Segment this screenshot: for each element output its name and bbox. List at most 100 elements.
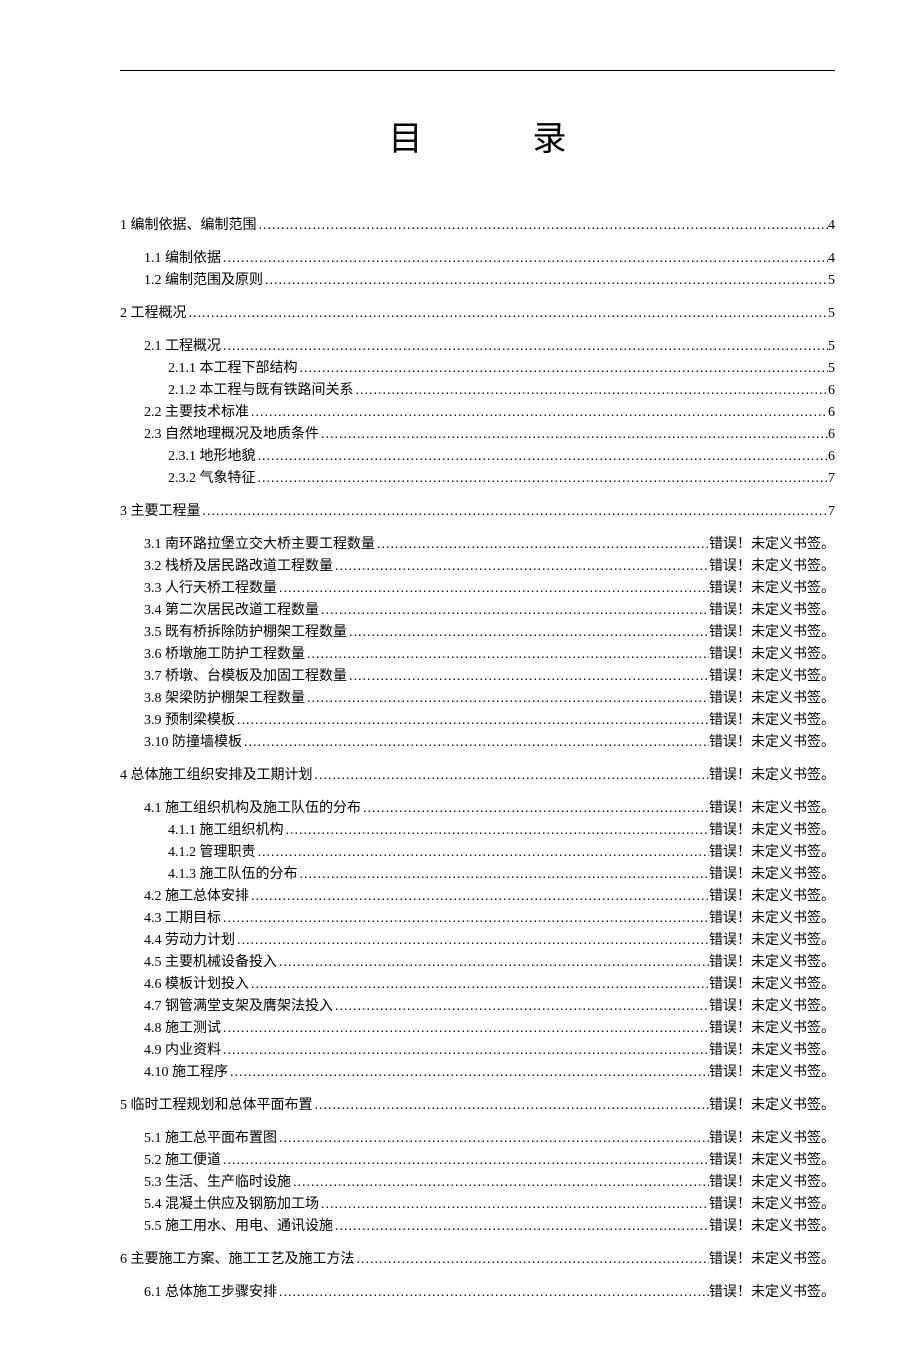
toc-leader-dots xyxy=(361,798,709,819)
toc-entry[interactable]: 4.5 主要机械设备投入 错误！未定义书签。 xyxy=(120,952,835,973)
toc-leader-dots xyxy=(235,930,709,951)
toc-entry-label: 2.3.2 气象特征 xyxy=(168,468,256,489)
toc-leader-dots xyxy=(333,556,709,577)
toc-entry-page: 错误！未定义书签。 xyxy=(709,578,835,599)
toc-entry-label: 6 主要施工方案、施工工艺及施工方法 xyxy=(120,1249,355,1270)
toc-entry-page: 错误！未定义书签。 xyxy=(709,644,835,665)
toc-entry[interactable]: 4 总体施工组织安排及工期计划 错误！未定义书签。 xyxy=(120,765,835,786)
toc-leader-dots xyxy=(298,358,829,379)
toc-leader-dots xyxy=(221,248,828,269)
toc-entry[interactable]: 2.3 自然地理概况及地质条件 6 xyxy=(120,424,835,445)
toc-leader-dots xyxy=(249,402,828,423)
toc-entry-page: 错误！未定义书签。 xyxy=(709,996,835,1017)
toc-entry-label: 3 主要工程量 xyxy=(120,501,201,522)
toc-leader-dots xyxy=(221,1040,709,1061)
toc-entry[interactable]: 2 工程概况 5 xyxy=(120,303,835,324)
toc-entry-page: 6 xyxy=(828,402,835,423)
toc-entry[interactable]: 6.1 总体施工步骤安排 错误！未定义书签。 xyxy=(120,1282,835,1303)
toc-entry[interactable]: 4.1 施工组织机构及施工队伍的分布 错误！未定义书签。 xyxy=(120,798,835,819)
toc-leader-dots xyxy=(277,578,709,599)
toc-entry-label: 5.4 混凝土供应及钢筋加工场 xyxy=(144,1194,319,1215)
toc-entry-label: 5 临时工程规划和总体平面布置 xyxy=(120,1095,313,1116)
toc-entry[interactable]: 1.2 编制范围及原则 5 xyxy=(120,270,835,291)
toc-entry[interactable]: 5.2 施工便道 错误！未定义书签。 xyxy=(120,1150,835,1171)
toc-entry[interactable]: 6 主要施工方案、施工工艺及施工方法 错误！未定义书签。 xyxy=(120,1249,835,1270)
toc-entry-label: 2.3.1 地形地貌 xyxy=(168,446,256,467)
toc-entry-page: 错误！未定义书签。 xyxy=(709,1150,835,1171)
toc-entry-page: 错误！未定义书签。 xyxy=(709,1062,835,1083)
toc-entry-label: 2.1.1 本工程下部结构 xyxy=(168,358,298,379)
toc-entry[interactable]: 3.3 人行天桥工程数量 错误！未定义书签。 xyxy=(120,578,835,599)
toc-leader-dots xyxy=(284,820,710,841)
section-gap xyxy=(120,1271,835,1281)
toc-entry[interactable]: 5.4 混凝土供应及钢筋加工场 错误！未定义书签。 xyxy=(120,1194,835,1215)
toc-entry[interactable]: 3.9 预制梁模板 错误！未定义书签。 xyxy=(120,710,835,731)
toc-entry[interactable]: 4.2 施工总体安排 错误！未定义书签。 xyxy=(120,886,835,907)
section-gap xyxy=(120,1238,835,1248)
toc-entry-page: 7 xyxy=(828,468,835,489)
toc-leader-dots xyxy=(242,732,709,753)
toc-entry-page: 错误！未定义书签。 xyxy=(709,820,835,841)
toc-entry-label: 4.8 施工测试 xyxy=(144,1018,221,1039)
toc-leader-dots xyxy=(256,468,829,489)
toc-entry[interactable]: 2.1 工程概况 5 xyxy=(120,336,835,357)
document-page: 目录 1 编制依据、编制范围 41.1 编制依据 41.2 编制范围及原则 52… xyxy=(0,0,920,1364)
toc-entry-page: 错误！未定义书签。 xyxy=(709,930,835,951)
toc-entry-label: 2 工程概况 xyxy=(120,303,187,324)
toc-entry[interactable]: 2.3.2 气象特征 7 xyxy=(120,468,835,489)
toc-entry[interactable]: 4.1.2 管理职责 错误！未定义书签。 xyxy=(120,842,835,863)
toc-entry[interactable]: 1 编制依据、编制范围 4 xyxy=(120,215,835,236)
toc-entry-label: 4.1.2 管理职责 xyxy=(168,842,256,863)
toc-entry-label: 5.2 施工便道 xyxy=(144,1150,221,1171)
toc-entry[interactable]: 3.5 既有桥拆除防护棚架工程数量 错误！未定义书签。 xyxy=(120,622,835,643)
toc-entry[interactable]: 4.8 施工测试 错误！未定义书签。 xyxy=(120,1018,835,1039)
toc-entry[interactable]: 2.1.1 本工程下部结构 5 xyxy=(120,358,835,379)
toc-entry-page: 错误！未定义书签。 xyxy=(709,622,835,643)
toc-entry-page: 错误！未定义书签。 xyxy=(709,908,835,929)
toc-entry[interactable]: 5.5 施工用水、用电、通讯设施 错误！未定义书签。 xyxy=(120,1216,835,1237)
toc-entry[interactable]: 4.1.3 施工队伍的分布 错误！未定义书签。 xyxy=(120,864,835,885)
toc-entry[interactable]: 4.1.1 施工组织机构 错误！未定义书签。 xyxy=(120,820,835,841)
toc-entry-label: 4.1.1 施工组织机构 xyxy=(168,820,284,841)
toc-entry[interactable]: 3.8 架梁防护棚架工程数量 错误！未定义书签。 xyxy=(120,688,835,709)
toc-leader-dots xyxy=(333,996,709,1017)
toc-entry[interactable]: 5.3 生活、生产临时设施 错误！未定义书签。 xyxy=(120,1172,835,1193)
toc-entry-label: 4.10 施工程序 xyxy=(144,1062,228,1083)
toc-entry[interactable]: 4.3 工期目标 错误！未定义书签。 xyxy=(120,908,835,929)
toc-entry-label: 1.2 编制范围及原则 xyxy=(144,270,263,291)
toc-entry[interactable]: 4.9 内业资料 错误！未定义书签。 xyxy=(120,1040,835,1061)
toc-entry[interactable]: 5 临时工程规划和总体平面布置 错误！未定义书签。 xyxy=(120,1095,835,1116)
toc-entry[interactable]: 3.10 防撞墙模板 错误！未定义书签。 xyxy=(120,732,835,753)
toc-leader-dots xyxy=(319,424,828,445)
toc-leader-dots xyxy=(277,1128,709,1149)
toc-leader-dots xyxy=(277,1282,709,1303)
toc-entry[interactable]: 3.1 南环路拉堡立交大桥主要工程数量 错误！未定义书签。 xyxy=(120,534,835,555)
toc-entry[interactable]: 4.7 钢管满堂支架及膺架法投入 错误！未定义书签。 xyxy=(120,996,835,1017)
toc-entry[interactable]: 4.6 模板计划投入 错误！未定义书签。 xyxy=(120,974,835,995)
toc-entry-label: 4.1 施工组织机构及施工队伍的分布 xyxy=(144,798,361,819)
toc-entry[interactable]: 3.6 桥墩施工防护工程数量 错误！未定义书签。 xyxy=(120,644,835,665)
toc-entry-page: 错误！未定义书签。 xyxy=(709,798,835,819)
toc-leader-dots xyxy=(256,446,829,467)
toc-entry-page: 错误！未定义书签。 xyxy=(709,952,835,973)
toc-entry[interactable]: 3.2 栈桥及居民路改道工程数量 错误！未定义书签。 xyxy=(120,556,835,577)
toc-entry[interactable]: 3.4 第二次居民改道工程数量 错误！未定义书签。 xyxy=(120,600,835,621)
toc-entry-label: 3.4 第二次居民改道工程数量 xyxy=(144,600,319,621)
toc-entry-page: 6 xyxy=(828,446,835,467)
toc-leader-dots xyxy=(319,1194,709,1215)
toc-entry[interactable]: 4.4 劳动力计划 错误！未定义书签。 xyxy=(120,930,835,951)
toc-entry-page: 错误！未定义书签。 xyxy=(709,1216,835,1237)
toc-entry[interactable]: 2.2 主要技术标准 6 xyxy=(120,402,835,423)
toc-entry[interactable]: 3 主要工程量 7 xyxy=(120,501,835,522)
toc-entry-page: 错误！未定义书签。 xyxy=(709,1018,835,1039)
toc-entry-label: 4.1.3 施工队伍的分布 xyxy=(168,864,298,885)
toc-entry-page: 错误！未定义书签。 xyxy=(709,732,835,753)
toc-entry[interactable]: 4.10 施工程序 错误！未定义书签。 xyxy=(120,1062,835,1083)
toc-entry[interactable]: 2.1.2 本工程与既有铁路间关系 6 xyxy=(120,380,835,401)
table-of-contents: 1 编制依据、编制范围 4 1.1 编制依据 41.2 编制范围及原则 5 2 工程… xyxy=(120,215,835,1303)
toc-entry[interactable]: 2.3.1 地形地貌 6 xyxy=(120,446,835,467)
toc-entry[interactable]: 3.7 桥墩、台模板及加固工程数量 错误！未定义书签。 xyxy=(120,666,835,687)
toc-entry[interactable]: 1.1 编制依据 4 xyxy=(120,248,835,269)
toc-entry[interactable]: 5.1 施工总平面布置图 错误！未定义书签。 xyxy=(120,1128,835,1149)
toc-entry-page: 错误！未定义书签。 xyxy=(709,1249,835,1270)
